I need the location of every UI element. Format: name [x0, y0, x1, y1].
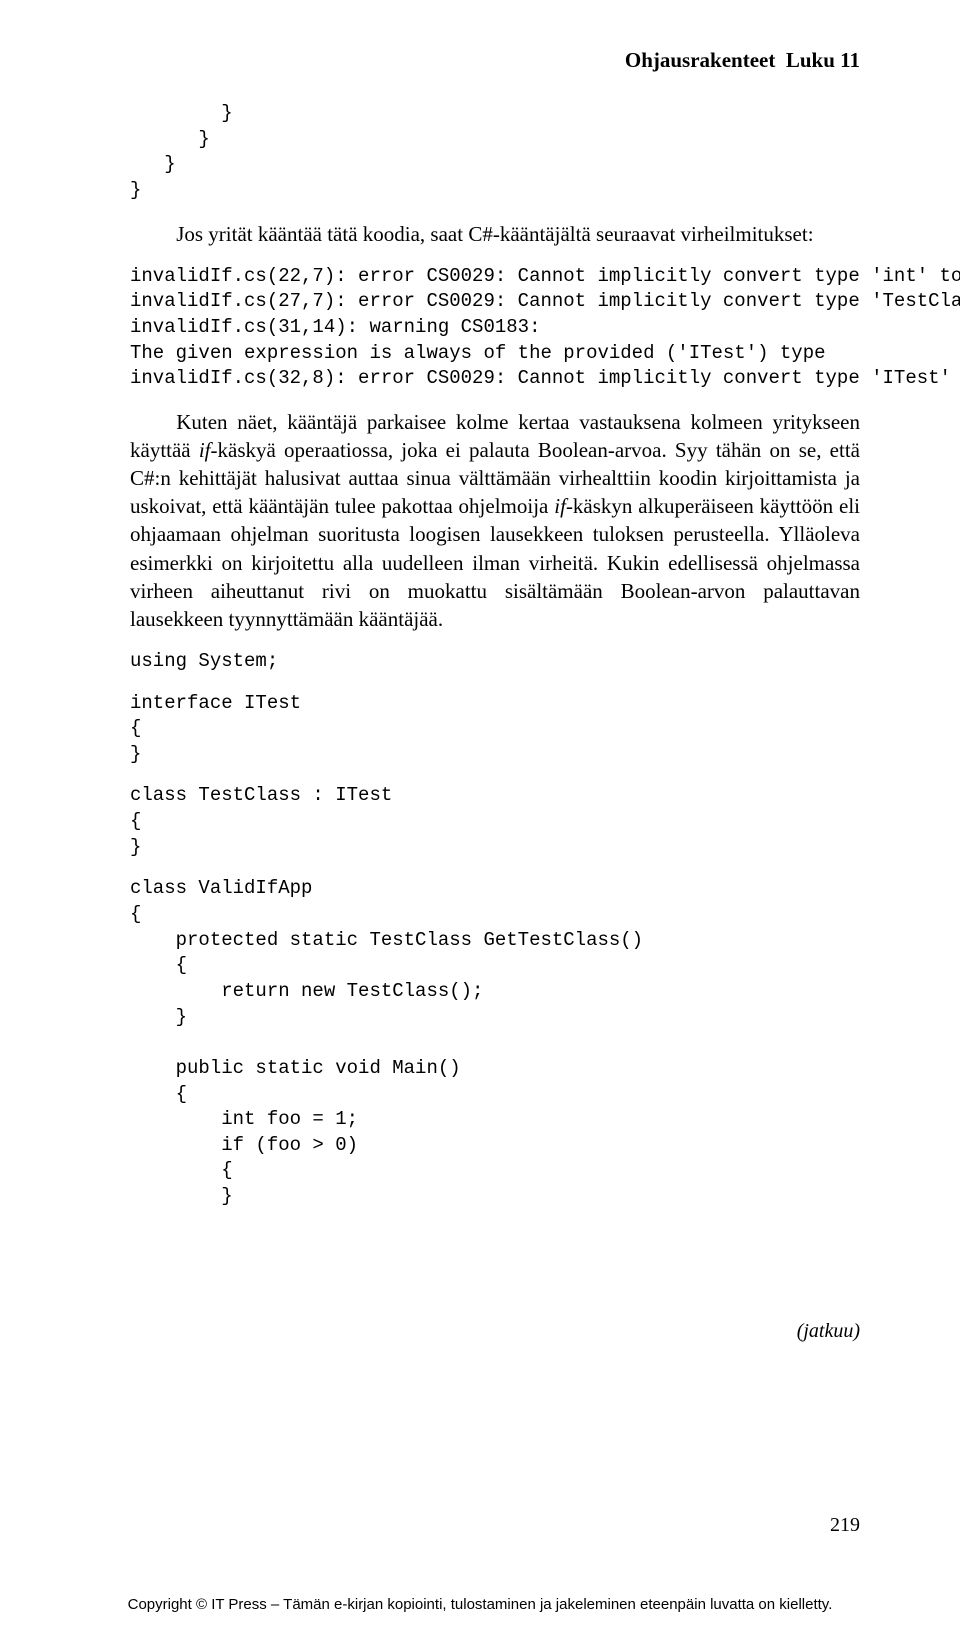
header-chapter: Luku 11	[786, 48, 860, 72]
if-keyword-italic-2: if	[554, 494, 566, 518]
code-interface: interface ITest { }	[130, 691, 860, 768]
intro-text: Jos yrität kääntää tätä koodia, saat C#-…	[176, 222, 813, 246]
if-keyword-italic: if	[199, 438, 211, 462]
continues-label: (jatkuu)	[130, 1320, 860, 1343]
compiler-errors: invalidIf.cs(22,7): error CS0029: Cannot…	[130, 264, 860, 392]
code-validifapp: class ValidIfApp { protected static Test…	[130, 876, 860, 1209]
code-closing-braces: } } } }	[130, 101, 860, 204]
running-header: Ohjausrakenteet Luku 11	[130, 48, 860, 73]
page-number: 219	[830, 1514, 860, 1537]
explanation-paragraph: Kuten näet, kääntäjä parkaisee kolme ker…	[130, 408, 860, 633]
intro-paragraph: Jos yrität kääntää tätä koodia, saat C#-…	[130, 220, 860, 248]
code-using: using System;	[130, 649, 860, 675]
header-section: Ohjausrakenteet	[625, 48, 776, 72]
code-testclass: class TestClass : ITest { }	[130, 783, 860, 860]
copyright-footer: Copyright © IT Press – Tämän e-kirjan ko…	[0, 1596, 960, 1613]
page: Ohjausrakenteet Luku 11 } } } } Jos yrit…	[0, 0, 960, 1649]
